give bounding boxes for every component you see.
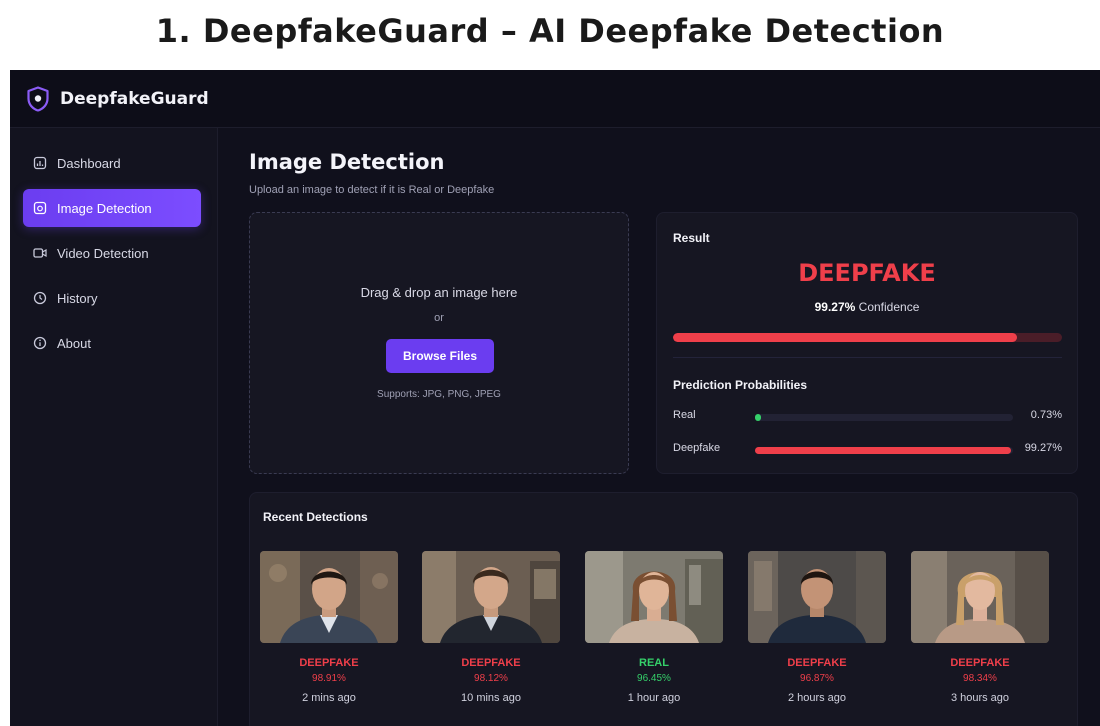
recent-detection-item[interactable]: DEEPFAKE 98.12% 10 mins ago [422,551,560,721]
result-confidence: 99.27% Confidence [657,300,1077,314]
page-subtitle: Upload an image to detect if it is Real … [249,184,495,196]
detection-confidence: 98.12% [474,673,508,684]
probability-name: Deepfake [673,442,721,454]
history-icon [33,291,47,305]
detection-time: 2 mins ago [302,692,356,704]
detection-confidence: 98.91% [312,673,346,684]
detection-label: DEEPFAKE [950,657,1010,669]
sidebar: Dashboard Image Detection Video Detectio… [10,128,218,726]
probability-value: 0.73% [1030,409,1062,421]
detection-label: DEEPFAKE [461,657,521,669]
probability-bar [755,414,1013,421]
confidence-word: Confidence [858,300,920,314]
detection-time: 10 mins ago [461,692,521,704]
sidebar-item-image-detection[interactable]: Image Detection [23,189,201,227]
image-dropzone[interactable]: Drag & drop an image here or Browse File… [249,212,629,474]
detection-label: REAL [639,657,669,669]
probabilities-title: Prediction Probabilities [673,378,808,392]
detection-label: DEEPFAKE [299,657,359,669]
dashboard-icon [33,156,47,170]
sidebar-item-label: History [57,290,98,306]
dropzone-prompt: Drag & drop an image here [360,285,518,300]
probability-row-real: Real 0.73% [673,407,1062,427]
figure-caption: 1. DeepfakeGuard – AI Deepfake Detection [155,12,945,50]
sidebar-item-label: Video Detection [57,245,149,261]
detection-time: 2 hours ago [787,692,847,704]
sidebar-item-history[interactable]: History [23,279,201,317]
main-content: Image Detection Upload an image to detec… [218,128,1100,726]
sidebar-item-about[interactable]: About [23,324,201,362]
detection-time: 1 hour ago [627,692,681,704]
result-divider [673,357,1062,358]
sidebar-item-label: About [57,335,91,351]
probability-value: 99.27% [1024,442,1062,454]
sidebar-item-label: Image Detection [57,200,152,216]
app-window: DeepfakeGuard Dashboard Image Detection … [10,70,1100,726]
probability-name: Real [673,409,696,421]
shield-logo-icon [26,85,50,112]
dropzone-or: or [434,312,444,324]
face-photo-thumbnail [260,551,398,643]
info-icon [33,336,47,350]
result-label: Result [673,231,710,245]
detection-time: 3 hours ago [950,692,1010,704]
face-photo-thumbnail [748,551,886,643]
detection-confidence: 96.87% [800,673,834,684]
recent-detection-item[interactable]: REAL 96.45% 1 hour ago [585,551,723,721]
confidence-value: 99.27% [814,300,856,314]
recent-detection-item[interactable]: DEEPFAKE 96.87% 2 hours ago [748,551,886,721]
recent-detection-item[interactable]: DEEPFAKE 98.91% 2 mins ago [260,551,398,721]
face-photo-thumbnail [585,551,723,643]
probability-bar [755,447,1013,454]
sidebar-item-label: Dashboard [57,155,121,171]
face-photo-thumbnail [422,551,560,643]
probability-bar-fill [755,414,762,421]
top-bar: DeepfakeGuard [10,70,1100,128]
image-icon [33,201,47,215]
sidebar-item-dashboard[interactable]: Dashboard [23,144,201,182]
detection-confidence: 98.34% [963,673,997,684]
supported-formats: Supports: JPG, PNG, JPEG [377,389,501,400]
browse-files-button[interactable]: Browse Files [386,339,494,373]
recent-detections-title: Recent Detections [263,510,368,524]
sidebar-item-video-detection[interactable]: Video Detection [23,234,201,272]
detection-confidence: 96.45% [637,673,671,684]
face-photo-thumbnail [911,551,1049,643]
confidence-bar-fill [673,333,1017,342]
result-card: Result DEEPFAKE 99.27% Confidence Predic… [656,212,1078,474]
probability-bar-fill [755,447,1012,454]
page-title: Image Detection [249,150,445,174]
brand-name: DeepfakeGuard [60,88,209,109]
video-icon [33,246,47,260]
detection-label: DEEPFAKE [787,657,847,669]
result-verdict: DEEPFAKE [798,259,936,287]
recent-detections-card: Recent Detections DEEPFAKE 98.91% 2 mins… [249,492,1078,726]
recent-detection-item[interactable]: DEEPFAKE 98.34% 3 hours ago [911,551,1049,721]
confidence-bar [673,333,1062,342]
probability-row-deepfake: Deepfake 99.27% [673,440,1062,460]
